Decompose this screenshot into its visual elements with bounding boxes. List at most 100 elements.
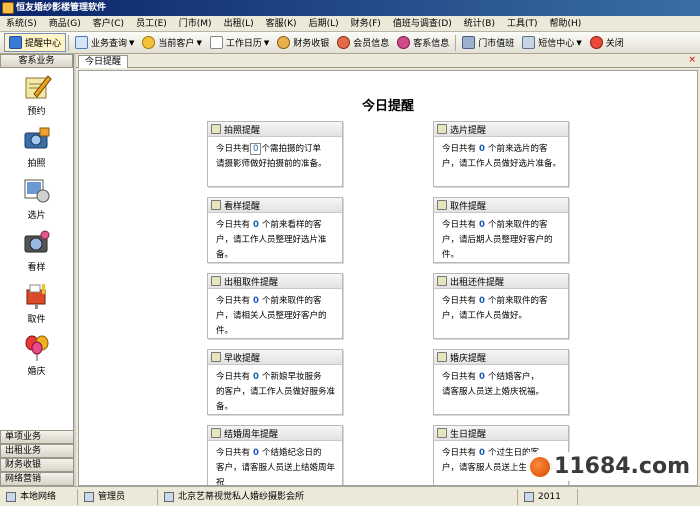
- sidebar-item-pickup[interactable]: 取件: [0, 276, 73, 328]
- sidebar-tab-single[interactable]: 单项业务: [0, 430, 74, 444]
- menu-item-12[interactable]: 帮助(H): [544, 16, 588, 32]
- sidebar-item-photo[interactable]: 拍照: [0, 120, 73, 172]
- menu-item-5[interactable]: 出租(L): [218, 16, 260, 32]
- card-body: 今日共有 0 个结婚纪念日的 客户，请客服人员送上结婚周年祝: [208, 441, 342, 485]
- menu-item-10[interactable]: 统计(B): [458, 16, 501, 32]
- balloons-icon: [25, 335, 48, 361]
- card-body: 今日共有 0 个前来取件的客 户，请相关人员整理好客户的件。: [208, 289, 342, 339]
- card-header: 出租取件提醒: [208, 274, 342, 289]
- reminder-card[interactable]: 早收提醒 今日共有 0 个新娘早妆服务 的客户，请工作人员做好服务准备。: [207, 349, 343, 415]
- menu-item-9[interactable]: 值班与调查(D): [387, 16, 458, 32]
- reminder-icon: [211, 124, 221, 134]
- card-header: 拍照提醒: [208, 122, 342, 137]
- card-count: 0: [253, 372, 259, 382]
- card-count: 0: [479, 144, 485, 154]
- menu-item-7[interactable]: 后期(L): [303, 16, 345, 32]
- title-bar: 恒友婚纱影楼管理软件: [0, 0, 700, 16]
- menu-item-6[interactable]: 客服(K): [260, 16, 303, 32]
- card-header: 选片提醒: [434, 122, 568, 137]
- menu-item-11[interactable]: 工具(T): [501, 16, 544, 32]
- reminder-card[interactable]: 选片提醒 今日共有 0 个前来选片的客 户，请工作人员做好选片准备。: [433, 121, 569, 187]
- chevron-down-icon: ▼: [196, 38, 202, 47]
- mailbox-icon: [26, 283, 45, 309]
- reminder-card[interactable]: 看样提醒 今日共有 0 个前来看样的客 户，请工作人员整理好选片准备。: [207, 197, 343, 263]
- reminder-panel: 今日提醒 拍照提醒 今日共有 0 个需拍摄的订单 请摄影师做好拍摄前的准备。 选片提醒 今日…: [78, 70, 698, 486]
- tab-today-reminder[interactable]: 今日提醒: [78, 55, 129, 68]
- card-title: 早收提醒: [224, 353, 261, 364]
- reminder-card[interactable]: 出租还件提醒 今日共有 0 个前来取件的客 户，请工作人员做好。: [433, 273, 569, 339]
- sidebar-tab-rental[interactable]: 出租业务: [0, 444, 74, 458]
- card-line-1: 今日共有 0 个结婚客户，: [442, 372, 539, 382]
- sidebar-item-select[interactable]: 选片: [0, 172, 73, 224]
- phone-icon: [522, 36, 536, 49]
- reminder-card[interactable]: 出租取件提醒 今日共有 0 个前来取件的客 户，请相关人员整理好客户的件。: [207, 273, 343, 339]
- work-calendar-button[interactable]: 工作日历 ▼: [206, 33, 273, 52]
- photos-icon: [24, 179, 49, 202]
- store-duty-button[interactable]: 门市值班: [458, 33, 518, 52]
- customer-icon: [142, 36, 156, 49]
- watermark-icon: [530, 457, 551, 477]
- card-line-2: 户，请相关人员整理好客户的件。: [216, 311, 327, 336]
- status-date: 2011: [518, 488, 578, 505]
- current-customer-button[interactable]: 当前客户 ▼: [138, 33, 205, 52]
- card-header: 取件提醒: [434, 198, 568, 213]
- card-title: 结婚周年提醒: [224, 429, 279, 440]
- card-header: 早收提醒: [208, 350, 342, 365]
- sidebar-header[interactable]: 客系业务: [0, 54, 73, 68]
- card-title: 婚庆提醒: [450, 353, 487, 364]
- menu-item-3[interactable]: 员工(E): [130, 16, 173, 32]
- reminder-card[interactable]: 结婚周年提醒 今日共有 0 个结婚纪念日的 客户，请客服人员送上结婚周年祝: [207, 425, 343, 485]
- reminder-card[interactable]: 拍照提醒 今日共有 0 个需拍摄的订单 请摄影师做好拍摄前的准备。: [207, 121, 343, 187]
- reminder-center-button[interactable]: 提醒中心: [4, 33, 67, 52]
- card-title: 出租还件提醒: [450, 277, 505, 288]
- sidebar-item-appointment[interactable]: 预约: [0, 68, 73, 120]
- reminder-icon: [437, 428, 447, 438]
- menu-item-0[interactable]: 系统(S): [0, 16, 43, 32]
- card-body: 今日共有 0 个新娘早妆服务 的客户，请工作人员做好服务准备。: [208, 365, 342, 415]
- close-icon[interactable]: ×: [688, 55, 696, 65]
- menu-item-8[interactable]: 财务(F): [345, 16, 387, 32]
- sidebar-tab-marketing[interactable]: 网络营销: [0, 472, 74, 486]
- sidebar-item-proof[interactable]: 看样: [0, 224, 73, 276]
- reminder-card[interactable]: 取件提醒 今日共有 0 个前来取件的客 户，请后期人员整理好客户的件。: [433, 197, 569, 263]
- reminder-card[interactable]: 婚庆提醒 今日共有 0 个结婚客户， 请客服人员送上婚庆祝福。: [433, 349, 569, 415]
- card-body: 今日共有 0 个结婚客户， 请客服人员送上婚庆祝福。: [434, 365, 568, 400]
- page-title: 今日提醒: [361, 99, 414, 114]
- card-header: 婚庆提醒: [434, 350, 568, 365]
- member-info-button[interactable]: 会员信息: [333, 33, 393, 52]
- sidebar-item-wedding[interactable]: 婚庆: [0, 328, 73, 380]
- chevron-down-icon: ▼: [263, 38, 270, 47]
- reminder-icon: [211, 276, 221, 286]
- close-button[interactable]: 关闭: [586, 33, 628, 52]
- card-title: 选片提醒: [450, 125, 487, 136]
- card-title: 出租取件提醒: [224, 277, 279, 288]
- watermark-logo: 11684.com: [526, 452, 694, 481]
- network-icon: [6, 491, 16, 502]
- status-user: 管理员: [78, 488, 158, 505]
- card-line-1: 今日共有 0 个新娘早妆服务: [216, 372, 322, 382]
- menu-item-2[interactable]: 客户(C): [87, 16, 130, 32]
- separator: [455, 34, 457, 51]
- separator: [68, 34, 70, 51]
- card-count: 0: [479, 220, 485, 230]
- reminder-icon: [437, 352, 447, 362]
- sidebar: 客系业务 预约 拍照 选片 看样 取件 婚庆 单项业务 出租业务 财务收银 网络…: [0, 54, 74, 486]
- card-body: 今日共有 0 个前来看样的客 户，请工作人员整理好选片准备。: [208, 213, 342, 263]
- menu-item-4[interactable]: 门市(M): [173, 16, 218, 32]
- window-title: 恒友婚纱影楼管理软件: [16, 3, 107, 13]
- business-query-button[interactable]: 业务查询 ▼: [71, 33, 138, 52]
- card-count: 0: [253, 296, 259, 306]
- status-company: 北京艺蒂视觉私人婚纱摄影会所: [158, 488, 518, 505]
- card-count: 0: [250, 143, 262, 155]
- card-body: 今日共有 0 个前来选片的客 户，请工作人员做好选片准备。: [434, 137, 568, 172]
- card-line-1: 今日共有 0 个结婚纪念日的: [216, 448, 322, 458]
- sidebar-tab-finance[interactable]: 财务收银: [0, 458, 74, 472]
- menu-item-1[interactable]: 商品(G): [43, 16, 87, 32]
- card-body: 今日共有 0 个前来取件的客 户，请工作人员做好。: [434, 289, 568, 324]
- reminder-icon: [211, 428, 221, 438]
- service-info-button[interactable]: 客系信息: [393, 33, 453, 52]
- sms-center-button[interactable]: 短信中心 ▼: [518, 33, 585, 52]
- card-line-1: 今日共有 0 个前来选片的客: [442, 144, 548, 154]
- main-area: 今日提醒 × 今日提醒 拍照提醒 今日共有 0 个需拍摄的订单 请摄影师做好拍摄前的准备…: [76, 54, 700, 486]
- finance-collect-button[interactable]: 财务收银: [273, 33, 333, 52]
